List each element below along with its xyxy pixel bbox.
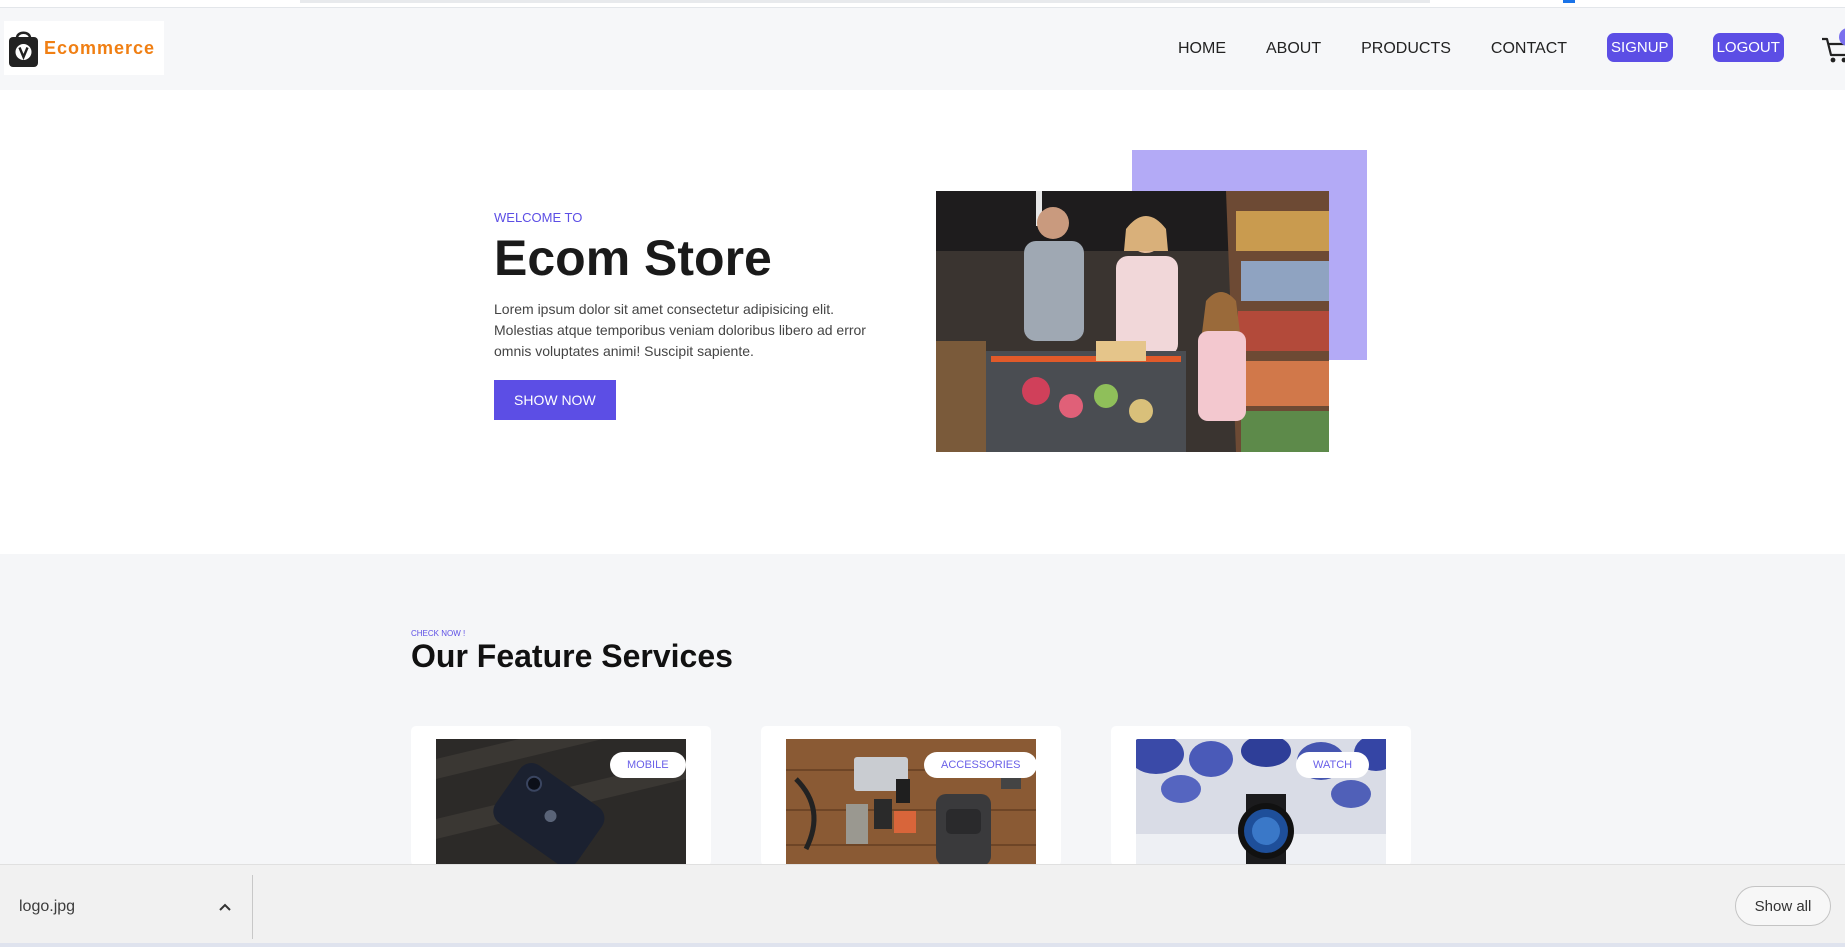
features-section: CHECK NOW ! Our Feature Services MOBILE (0, 554, 1845, 866)
nav-home[interactable]: HOME (1178, 40, 1226, 58)
show-all-button[interactable]: Show all (1735, 886, 1831, 926)
top-scrollbar[interactable] (300, 0, 1430, 3)
features-title: Our Feature Services (411, 638, 733, 674)
browser-top-strip (0, 0, 1845, 8)
hero-welcome: WELCOME TO (494, 210, 583, 225)
card-tag-mobile: MOBILE (610, 752, 686, 778)
feature-card-mobile[interactable]: MOBILE (411, 726, 711, 866)
logout-button[interactable]: LOGOUT (1712, 33, 1784, 62)
nav-about[interactable]: ABOUT (1266, 40, 1321, 58)
download-filename: logo.jpg (19, 898, 76, 915)
download-item[interactable]: logo.jpg (0, 875, 252, 939)
nav-contact[interactable]: CONTACT (1491, 40, 1567, 58)
hero-title: Ecom Store (494, 230, 772, 286)
hero-description: Lorem ipsum dolor sit amet consectetur a… (494, 301, 866, 359)
bottom-edge (0, 943, 1845, 947)
top-indicator (1563, 0, 1575, 3)
hero-section: WELCOME TO Ecom Store Lorem ipsum dolor … (0, 90, 1845, 554)
nav-products[interactable]: PRODUCTS (1361, 40, 1451, 58)
download-separator (252, 875, 253, 939)
card-tag-watch: WATCH (1296, 752, 1370, 778)
shopping-bag-icon (7, 28, 40, 68)
logo[interactable]: Ecommerce (4, 21, 164, 75)
feature-card-accessories[interactable]: ACCESSORIES (761, 726, 1061, 866)
features-kicker: CHECK NOW ! (411, 629, 466, 638)
main-nav: HOME ABOUT PRODUCTS CONTACT SIGNUP LOGOU… (1178, 8, 1845, 90)
show-now-button[interactable]: SHOW NOW (494, 380, 616, 420)
card-tag-accessories: ACCESSORIES (924, 752, 1038, 778)
feature-card-watch[interactable]: WATCH (1111, 726, 1411, 866)
download-bar: logo.jpg Show all (0, 864, 1845, 947)
signup-button[interactable]: SIGNUP (1607, 33, 1673, 62)
chevron-up-icon[interactable] (218, 902, 232, 912)
site-header: Ecommerce HOME ABOUT PRODUCTS CONTACT SI… (0, 8, 1845, 90)
brand-name: Ecommerce (44, 37, 156, 58)
cart-button[interactable]: 1 (1821, 28, 1845, 64)
hero-text: WELCOME TO Ecom Store Lorem ipsum dolor … (494, 210, 894, 420)
hero-photo-family-shopping (936, 191, 1329, 452)
